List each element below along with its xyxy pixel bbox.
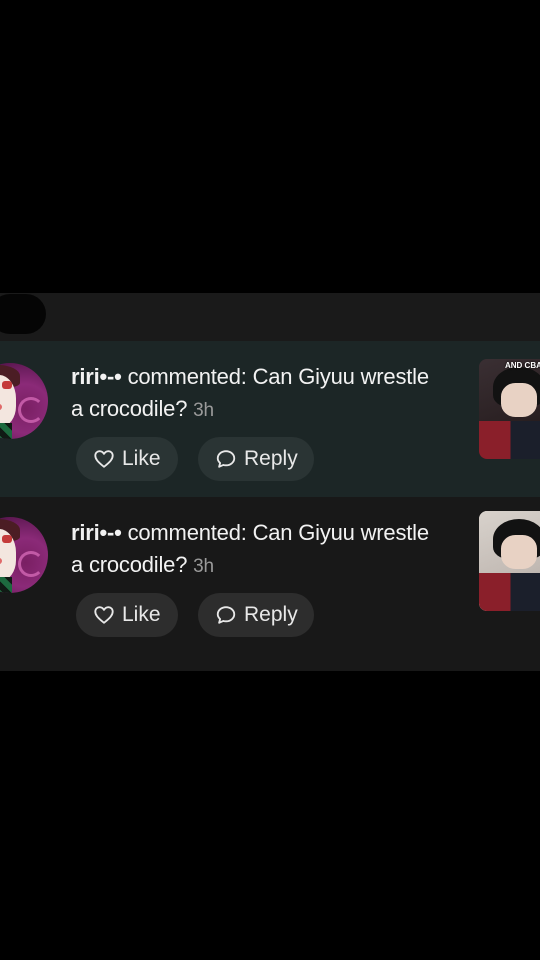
comment-text: riri•-• commented: Can Giyuu wrestle a c… bbox=[71, 361, 431, 427]
header-tab-pill[interactable] bbox=[0, 294, 46, 334]
comment-text: riri•-• commented: Can Giyuu wrestle a c… bbox=[71, 517, 431, 583]
thumb-face bbox=[501, 535, 537, 569]
timestamp: 3h bbox=[193, 556, 214, 577]
notifications-panel: riri•-• commented: Can Giyuu wrestle a c… bbox=[0, 293, 540, 671]
like-label: Like bbox=[122, 603, 161, 626]
panel-header bbox=[0, 293, 540, 341]
heart-icon bbox=[92, 603, 116, 627]
like-button[interactable]: Like bbox=[76, 437, 178, 481]
thumbnail-caption: AND CBAN bbox=[505, 361, 540, 370]
like-button[interactable]: Like bbox=[76, 593, 178, 637]
avatar-swirl bbox=[18, 397, 44, 423]
username[interactable]: riri•-• bbox=[71, 364, 122, 389]
avatar[interactable] bbox=[0, 363, 48, 439]
reply-label: Reply bbox=[244, 447, 298, 470]
username[interactable]: riri•-• bbox=[71, 520, 122, 545]
reply-button[interactable]: Reply bbox=[198, 437, 314, 481]
like-label: Like bbox=[122, 447, 161, 470]
thumb-face bbox=[501, 383, 537, 417]
timestamp: 3h bbox=[193, 400, 214, 421]
video-thumbnail[interactable]: AND CBAN bbox=[479, 359, 540, 459]
comment-message: commented: Can Giyuu wrestle a crocodile… bbox=[71, 364, 429, 421]
comment-bubble-icon bbox=[214, 603, 238, 627]
avatar-collar bbox=[0, 577, 12, 593]
avatar-swirl bbox=[18, 551, 44, 577]
reply-label: Reply bbox=[244, 603, 298, 626]
avatar-mark bbox=[2, 381, 12, 389]
video-thumbnail[interactable] bbox=[479, 511, 540, 611]
notification-item[interactable]: riri•-• commented: Can Giyuu wrestle a c… bbox=[0, 341, 540, 497]
heart-icon bbox=[92, 447, 116, 471]
comment-message: commented: Can Giyuu wrestle a crocodile… bbox=[71, 520, 429, 577]
screen: riri•-• commented: Can Giyuu wrestle a c… bbox=[0, 0, 540, 960]
comment-bubble-icon bbox=[214, 447, 238, 471]
avatar[interactable] bbox=[0, 517, 48, 593]
thumb-haori bbox=[479, 421, 540, 459]
reply-button[interactable]: Reply bbox=[198, 593, 314, 637]
notification-item[interactable]: riri•-• commented: Can Giyuu wrestle a c… bbox=[0, 497, 540, 671]
avatar-collar bbox=[0, 423, 12, 439]
avatar-mark bbox=[2, 535, 12, 543]
thumb-haori bbox=[479, 573, 540, 611]
